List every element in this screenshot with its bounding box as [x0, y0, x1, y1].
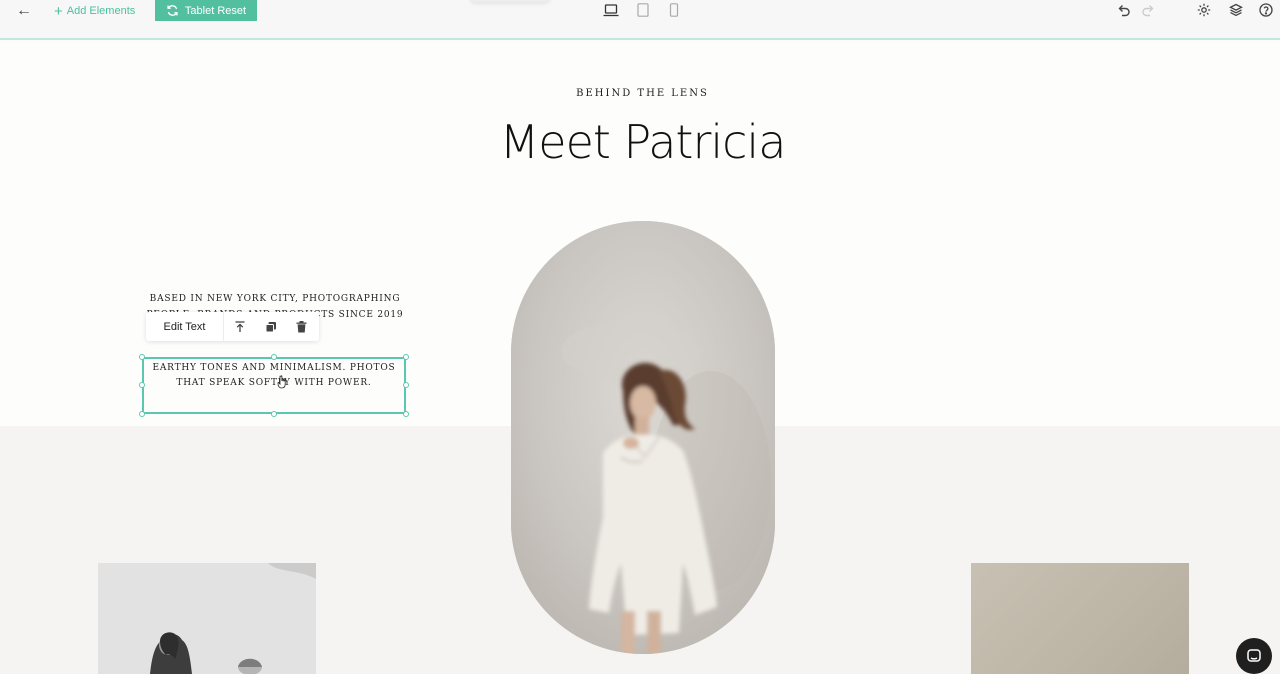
tablet-reset-label: Tablet Reset	[184, 4, 247, 17]
add-elements-button[interactable]: + Add Elements	[54, 2, 135, 20]
layers-icon[interactable]	[1228, 2, 1244, 18]
redo-icon[interactable]	[1140, 2, 1156, 18]
move-to-top-icon[interactable]	[224, 312, 255, 341]
edit-text-button[interactable]: Edit Text	[146, 312, 224, 341]
chat-icon[interactable]	[1236, 638, 1272, 674]
trash-icon[interactable]	[286, 312, 317, 341]
undo-icon[interactable]	[1116, 2, 1132, 18]
laptop-icon[interactable]	[603, 3, 619, 17]
resize-handle[interactable]	[139, 411, 145, 417]
bio-text-2-selected[interactable]: EARTHY TONES AND MINIMALISM. PHOTOS THAT…	[142, 357, 406, 414]
add-elements-label: Add Elements	[66, 5, 136, 17]
refresh-icon	[167, 5, 178, 16]
plus-icon: +	[54, 2, 63, 20]
phone-icon[interactable]	[666, 3, 682, 17]
gallery-image-left[interactable]	[98, 563, 316, 674]
resize-handle[interactable]	[271, 354, 277, 360]
hand-cursor-icon	[277, 375, 286, 389]
resize-handle[interactable]	[139, 382, 145, 388]
tablet-icon[interactable]	[635, 3, 651, 17]
resize-handle[interactable]	[271, 411, 277, 417]
gear-icon[interactable]	[1196, 2, 1212, 18]
tablet-reset-button[interactable]: Tablet Reset	[155, 0, 257, 21]
editor-toolbar: ← + Add Elements Tablet Reset	[0, 0, 1280, 40]
text-edit-toolbar: Edit Text	[146, 312, 319, 341]
duplicate-icon[interactable]	[255, 312, 286, 341]
portrait-photo[interactable]	[511, 221, 775, 654]
page-title[interactable]: Meet Patricia	[0, 115, 1280, 169]
collapsed-panel-tab[interactable]	[470, 0, 550, 2]
resize-handle[interactable]	[403, 382, 409, 388]
gallery-image-right[interactable]	[971, 563, 1189, 674]
back-arrow-icon[interactable]: ←	[14, 2, 34, 20]
resize-handle[interactable]	[139, 354, 145, 360]
help-icon[interactable]	[1258, 2, 1274, 18]
resize-handle[interactable]	[403, 354, 409, 360]
section-eyebrow[interactable]: BEHIND THE LENS	[0, 88, 1280, 99]
resize-handle[interactable]	[403, 411, 409, 417]
